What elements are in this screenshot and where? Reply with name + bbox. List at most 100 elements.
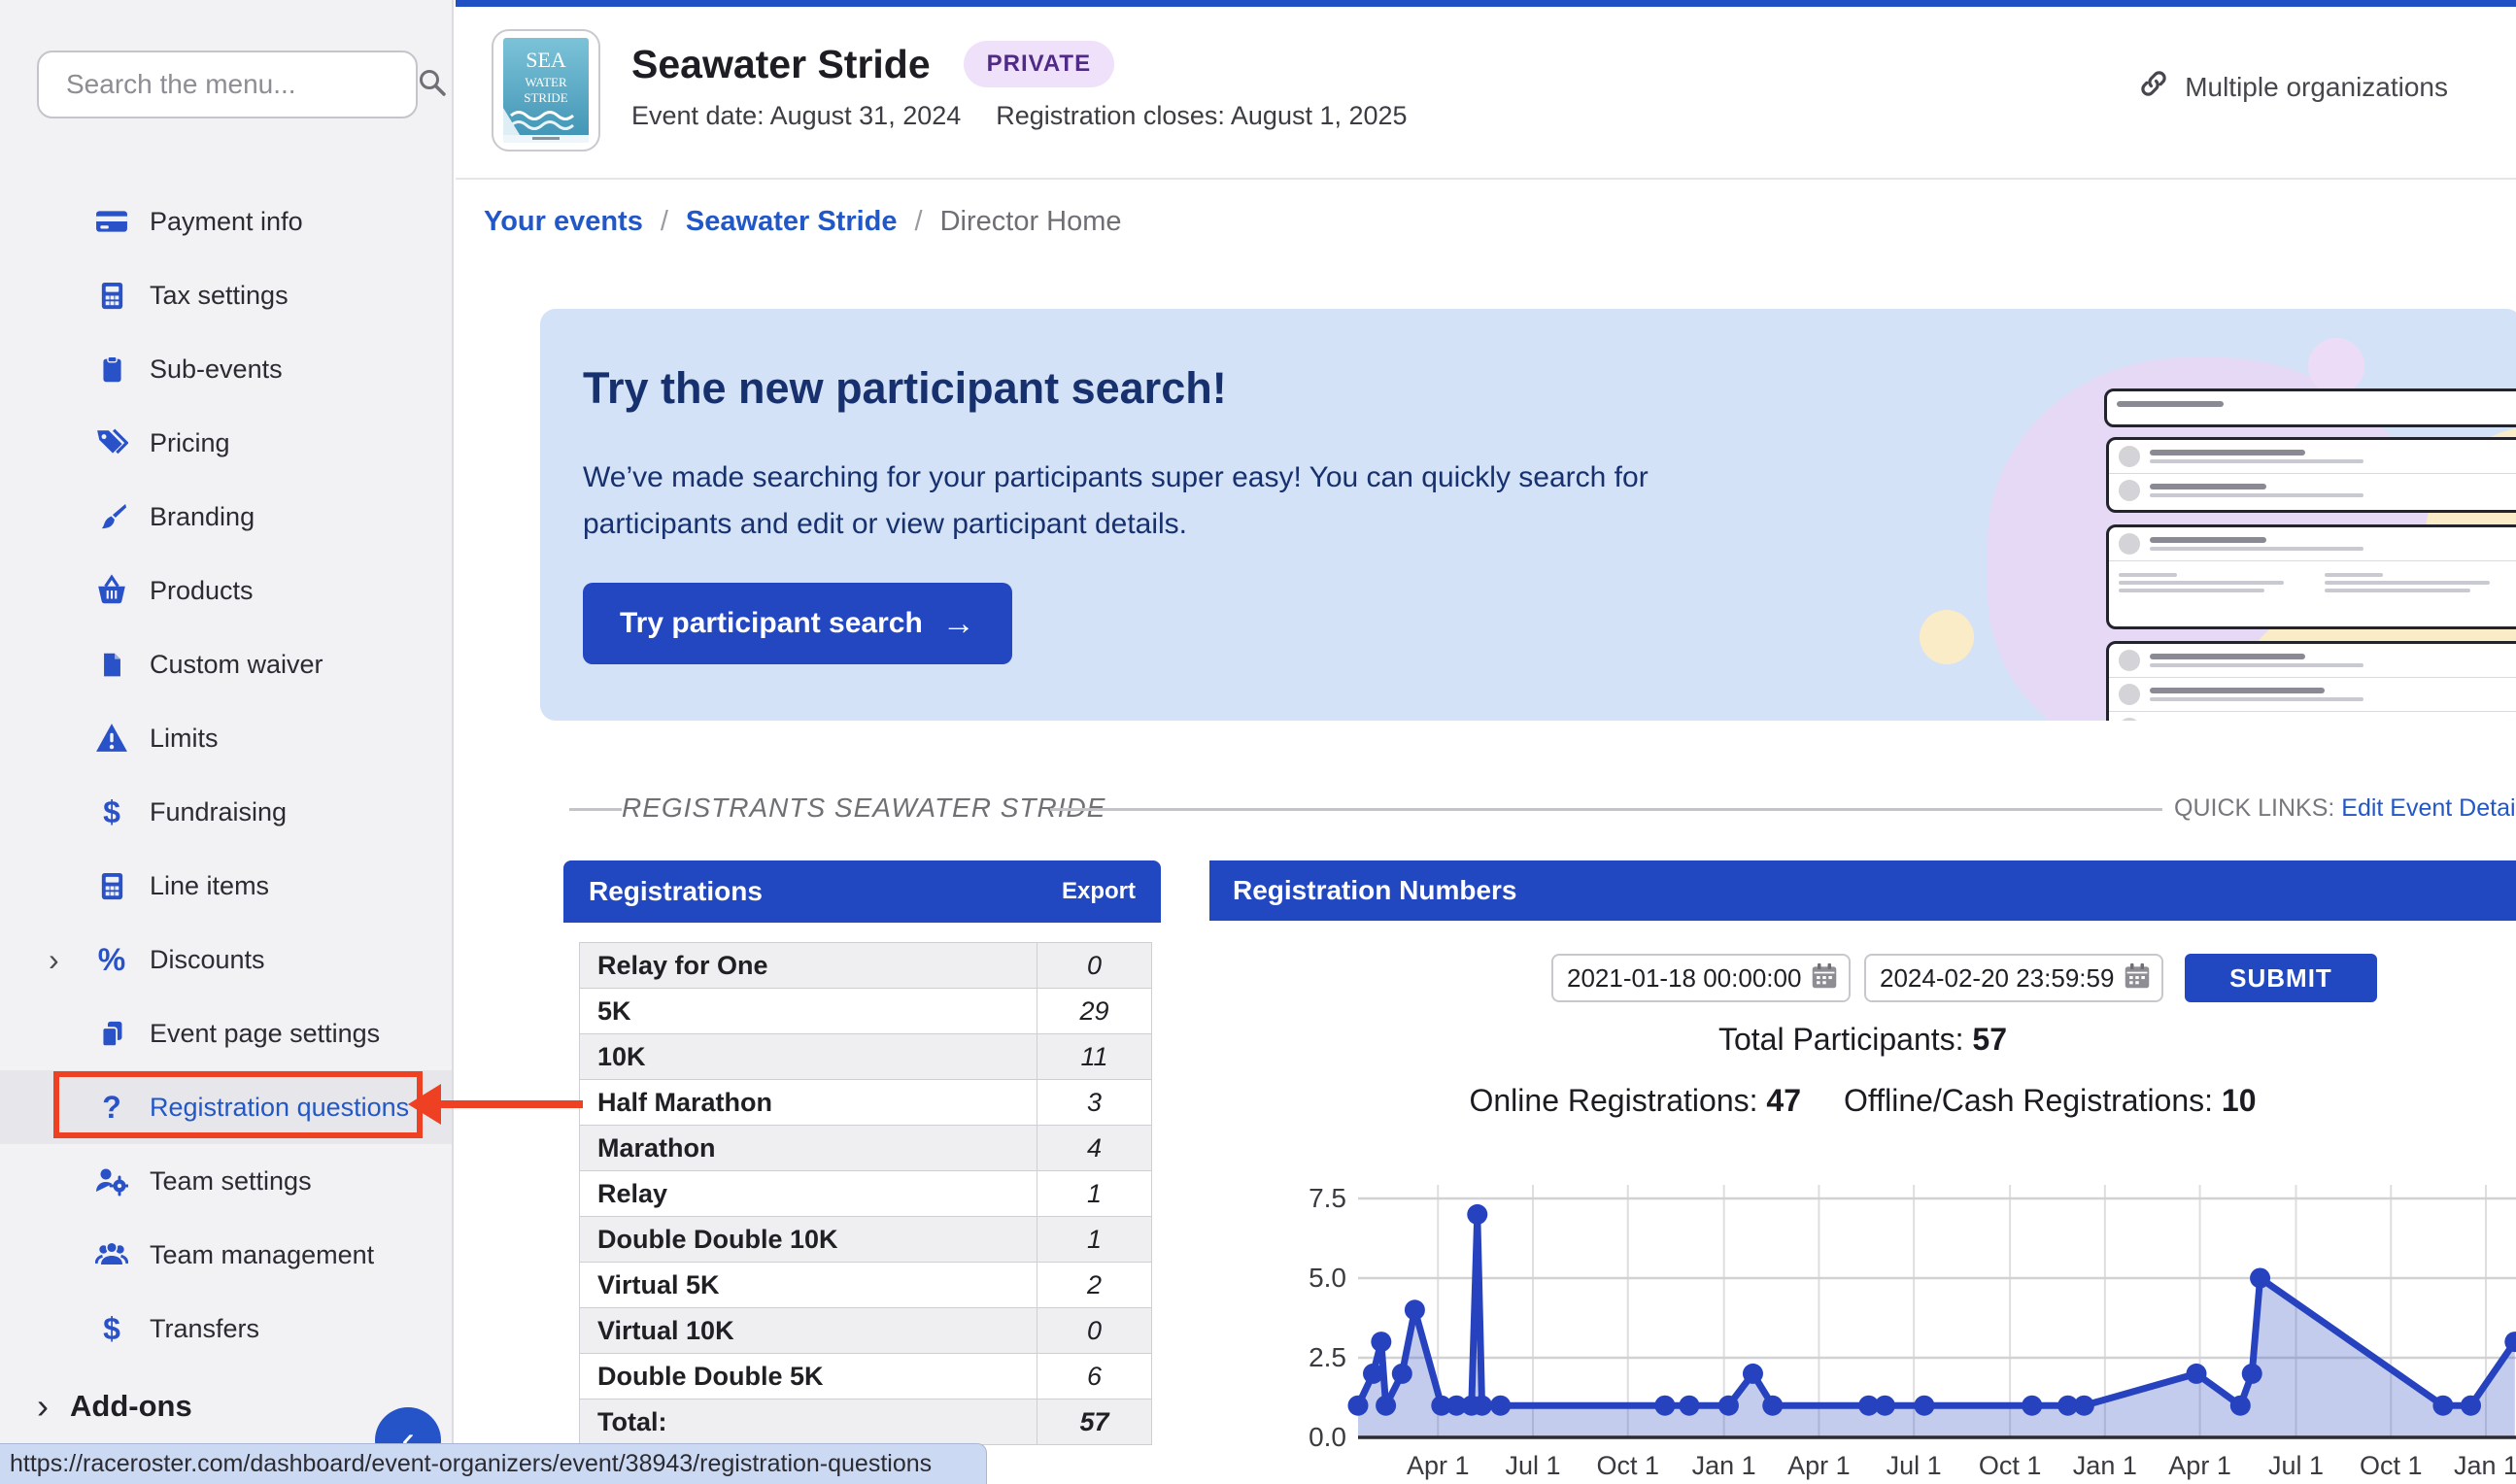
svg-text:Jul 1: Jul 1 [2268, 1451, 2324, 1480]
sidebar-item-products[interactable]: Products [0, 554, 452, 627]
registrants-section-header: REGISTRANTS SEAWATER STRIDE QUICK LINKS:… [456, 793, 2516, 831]
sidebar-item-label: Team management [150, 1240, 374, 1270]
registration-closes-label: Registration closes: August 1, 2025 [996, 101, 1407, 131]
event-date-label: Event date: August 31, 2024 [631, 101, 961, 131]
svg-text:STRIDE: STRIDE [524, 90, 568, 105]
search-input[interactable] [66, 69, 417, 100]
export-button[interactable]: Export [1062, 878, 1136, 905]
basket-icon [89, 574, 134, 607]
sidebar-item-transfers[interactable]: $ Transfers [0, 1292, 452, 1366]
clipboard-icon [89, 355, 134, 384]
svg-text:Oct 1: Oct 1 [2360, 1451, 2423, 1480]
svg-text:Oct 1: Oct 1 [1979, 1451, 2042, 1480]
sidebar-item-label: Payment info [150, 207, 303, 237]
sidebar-item-event-page-settings[interactable]: Event page settings [0, 996, 452, 1070]
page-title: Seawater Stride [631, 42, 931, 87]
sidebar-item-label: Fundraising [150, 797, 287, 827]
table-row: Virtual 5K2 [580, 1263, 1152, 1308]
people-gear-icon [89, 1165, 134, 1197]
banner-illustration [1939, 309, 2516, 721]
private-badge: PRIVATE [964, 41, 1114, 87]
annotation-arrow-head [408, 1084, 441, 1125]
calendar-icon[interactable] [2123, 962, 2152, 995]
svg-text:0.0: 0.0 [1309, 1422, 1346, 1452]
link-icon [2138, 68, 2169, 106]
sidebar-item-tax-settings[interactable]: Tax settings [0, 258, 452, 332]
calculator-icon [89, 281, 134, 311]
tags-icon [89, 426, 134, 459]
table-row: 10K11 [580, 1034, 1152, 1080]
sidebar: Payment info Tax settings Sub-events Pricin… [0, 0, 454, 1484]
svg-text:Jul 1: Jul 1 [1887, 1451, 1942, 1480]
header-divider [456, 178, 2516, 180]
svg-text:Jul 1: Jul 1 [1505, 1451, 1560, 1480]
edit-event-details-link[interactable]: Edit Event Details [2341, 794, 2516, 822]
sidebar-item-label: Tax settings [150, 281, 289, 311]
annotation-highlight-box [53, 1071, 423, 1138]
main-content: SEA WATER STRIDE Seawater Stride PRIVATE… [456, 0, 2516, 1484]
sidebar-item-label: Pricing [150, 428, 230, 458]
table-row: Double Double 10K1 [580, 1217, 1152, 1263]
sidebar-item-line-items[interactable]: Line items [0, 849, 452, 923]
try-participant-search-button[interactable]: Try participant search → [583, 583, 1012, 664]
dollar-icon: $ [89, 794, 134, 830]
sidebar-menu: Payment info Tax settings Sub-events Pricin… [0, 185, 452, 1366]
app-window: Payment info Tax settings Sub-events Pricin… [0, 0, 2516, 1484]
menu-search-box[interactable] [37, 51, 418, 118]
svg-text:Apr 1: Apr 1 [2168, 1451, 2231, 1480]
sidebar-item-pricing[interactable]: Pricing [0, 406, 452, 480]
breadcrumb-current: Director Home [940, 206, 1122, 238]
sidebar-item-fundraising[interactable]: $ Fundraising [0, 775, 452, 849]
date-from-input[interactable] [1551, 954, 1851, 1002]
registrations-chart: 0.0 2.5 5.0 7.5 Apr 1 Jul 1 Oct 1 Jan 1 Apr 1 Jul… [1292, 1156, 2516, 1484]
sidebar-item-limits[interactable]: Limits [0, 701, 452, 775]
chevron-right-icon: › [37, 1386, 49, 1427]
sidebar-item-label: Line items [150, 871, 269, 901]
breadcrumb-event[interactable]: Seawater Stride [686, 206, 898, 238]
credit-card-icon [89, 205, 134, 238]
table-row: Virtual 10K0 [580, 1308, 1152, 1354]
sidebar-item-payment-info[interactable]: Payment info [0, 185, 452, 258]
sidebar-item-branding[interactable]: Branding [0, 480, 452, 554]
multiple-organizations-link[interactable]: Multiple organizations [2138, 68, 2448, 106]
sidebar-item-sub-events[interactable]: Sub-events [0, 332, 452, 406]
search-icon [417, 67, 448, 103]
annotation-arrow [439, 1100, 583, 1108]
registration-numbers-title: Registration Numbers [1233, 875, 1517, 906]
table-row: Marathon4 [580, 1126, 1152, 1171]
sidebar-item-add-ons[interactable]: › Add-ons [37, 1371, 192, 1441]
participant-search-banner: Try the new participant search! We’ve ma… [540, 309, 2516, 721]
total-participants: Total Participants: 57 [1209, 1022, 2516, 1058]
svg-text:Apr 1: Apr 1 [1787, 1451, 1851, 1480]
banner-body: We’ve made searching for your participan… [583, 455, 1787, 548]
svg-text:7.5: 7.5 [1309, 1183, 1346, 1213]
sidebar-item-team-settings[interactable]: Team settings [0, 1144, 452, 1218]
table-row: 5K29 [580, 989, 1152, 1034]
svg-text:Jan 1: Jan 1 [2454, 1451, 2516, 1480]
sidebar-item-label: Team settings [150, 1166, 312, 1197]
svg-text:5.0: 5.0 [1309, 1263, 1346, 1293]
sidebar-item-label: Products [150, 576, 254, 606]
calendar-icon[interactable] [1810, 962, 1839, 995]
sidebar-item-label: Discounts [150, 945, 265, 975]
registration-breakdown: Online Registrations: 47Offline/Cash Reg… [1209, 1083, 2516, 1119]
event-logo: SEA WATER STRIDE [492, 29, 600, 152]
sidebar-item-custom-waiver[interactable]: Custom waiver [0, 627, 452, 701]
sidebar-item-team-management[interactable]: Team management [0, 1218, 452, 1292]
dollar-icon: $ [89, 1311, 134, 1347]
file-icon [89, 651, 134, 679]
sidebar-item-label: Sub-events [150, 354, 283, 385]
submit-button[interactable]: SUBMIT [2185, 954, 2377, 1002]
arrow-right-icon: → [942, 605, 975, 643]
paintbrush-icon [89, 502, 134, 532]
sidebar-item-label: Event page settings [150, 1019, 380, 1049]
svg-text:Oct 1: Oct 1 [1596, 1451, 1659, 1480]
date-to-input[interactable] [1864, 954, 2163, 1002]
sidebar-item-discounts[interactable]: ›%Discounts [0, 923, 452, 996]
svg-text:SEA: SEA [526, 48, 566, 72]
svg-text:2.5: 2.5 [1309, 1342, 1346, 1372]
breadcrumb-your-events[interactable]: Your events [484, 206, 643, 238]
sidebar-item-label: Transfers [150, 1314, 259, 1344]
table-row: Double Double 5K6 [580, 1354, 1152, 1400]
registrations-title: Registrations [589, 876, 763, 907]
